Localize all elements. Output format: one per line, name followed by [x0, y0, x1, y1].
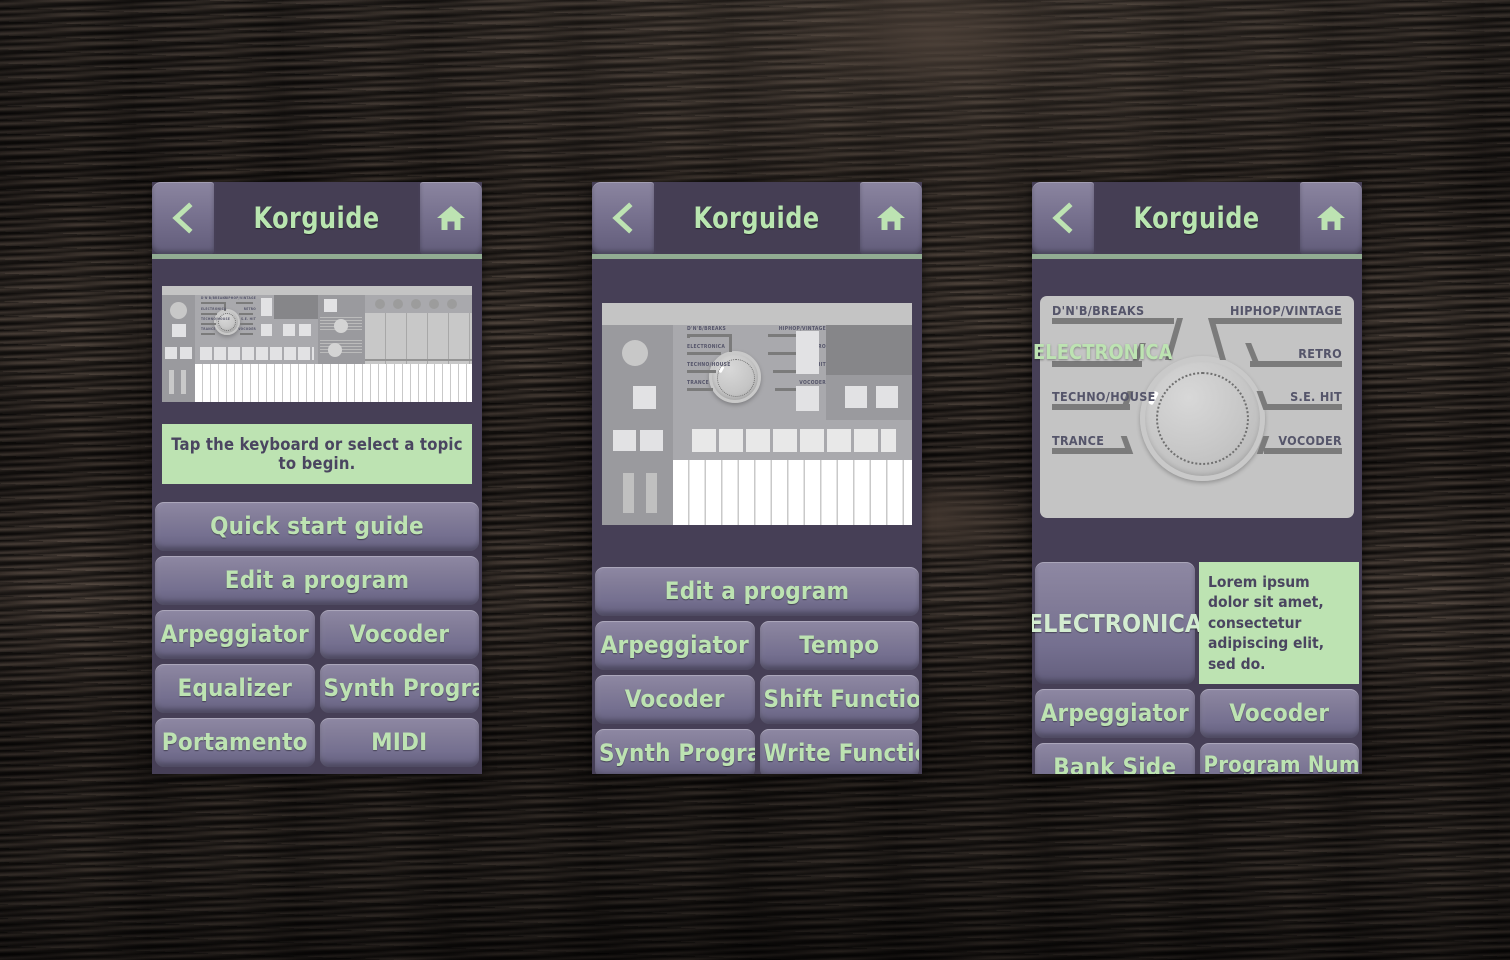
topic-button-electronica[interactable]: ELECTRONICA [1032, 562, 1202, 685]
menu-item-arpeggiator[interactable]: Arpeggiator [1035, 689, 1195, 739]
menu-row: Edit a program [152, 556, 482, 610]
knob-label-retro: RETRO [1298, 346, 1342, 361]
title-bar: Korguide [592, 182, 922, 254]
page-title: Korguide [1133, 201, 1261, 235]
chevron-left-icon [172, 202, 193, 234]
back-button[interactable] [592, 182, 654, 254]
menu-item-vocoder[interactable]: Vocoder [319, 610, 479, 659]
menu-row: Quick start guide [152, 502, 482, 556]
device-illustration-full[interactable]: D'N'B/BREAKS ELECTRONICA TECHNO/HOUSE TR… [162, 286, 472, 402]
page-title: Korguide [253, 201, 381, 235]
status-message: Tap the keyboard or select a topic to be… [162, 424, 472, 484]
home-icon [877, 206, 905, 230]
menu-item-arpeggiator[interactable]: Arpeggiator [155, 610, 315, 659]
topic-menu: Quick start guide Edit a program Arpeggi… [152, 502, 482, 772]
menu-item-program-number[interactable]: Program Number [1199, 743, 1359, 774]
knob-label-dnb-breaks: D'N'B/BREAKS [1052, 303, 1145, 318]
home-button[interactable] [1300, 182, 1362, 254]
knob-label-techno-house: TECHNO/HOUSE [1052, 389, 1156, 404]
home-icon [437, 206, 465, 230]
page-title: Korguide [693, 201, 821, 235]
menu-row: Vocoder Shift Function [592, 675, 922, 729]
knob-label-trance: TRANCE [1052, 433, 1105, 448]
app-title-container: Korguide [1096, 182, 1298, 254]
menu-item-tempo[interactable]: Tempo [759, 621, 919, 670]
title-underline [1032, 254, 1362, 259]
menu-item-equalizer[interactable]: Equalizer [155, 664, 315, 713]
menu-item-bank-side[interactable]: Bank Side [1035, 743, 1195, 774]
topic-detail-row: ELECTRONICA Lorem ipsum dolor sit amet, … [1032, 562, 1362, 689]
menu-item-portamento[interactable]: Portamento [155, 718, 315, 767]
home-button[interactable] [860, 182, 922, 254]
menu-item-quick-start-guide[interactable]: Quick start guide [155, 502, 479, 551]
menu-row: Equalizer Synth Program [152, 664, 482, 718]
title-underline [592, 254, 922, 259]
menu-row: Portamento MIDI [152, 718, 482, 772]
topic-menu: Edit a program Arpeggiator Tempo Vocoder… [592, 567, 922, 774]
menu-item-shift-function[interactable]: Shift Function [759, 675, 919, 724]
menu-item-edit-a-program[interactable]: Edit a program [155, 556, 479, 605]
menu-item-synth-program[interactable]: Synth Program [319, 664, 479, 713]
menu-item-vocoder[interactable]: Vocoder [595, 675, 755, 724]
app-screen-edit-program: Korguide D'N'B/BREAKS ELECTRONICA TECHNO… [592, 182, 922, 774]
title-bar: Korguide [152, 182, 482, 254]
menu-item-midi[interactable]: MIDI [319, 718, 479, 767]
chevron-left-icon [1052, 202, 1073, 234]
menu-row: Bank Side Program Number [1032, 743, 1362, 774]
home-button[interactable] [420, 182, 482, 254]
title-bar: Korguide [1032, 182, 1362, 254]
panel-body: D'N'B/BREAKS ELECTRONICA TECHNO/HOUSE TR… [592, 303, 922, 774]
app-title-container: Korguide [216, 182, 418, 254]
menu-row: Arpeggiator Vocoder [152, 610, 482, 664]
menu-row: Edit a program [592, 567, 922, 621]
knob-label-se-hit: S.E. HIT [1290, 389, 1342, 404]
title-underline [152, 254, 482, 259]
home-icon [1317, 206, 1345, 230]
genre-knob-diagram[interactable]: D'N'B/BREAKS ELECTRONICA TECHNO/HOUSE TR… [1033, 296, 1354, 518]
topic-menu: ELECTRONICA Lorem ipsum dolor sit amet, … [1032, 562, 1362, 774]
app-screen-home: Korguide D'N'B/BREAKS ELECTRONICA TECHNO… [152, 182, 482, 774]
topic-description: Lorem ipsum dolor sit amet, consectetur … [1199, 562, 1359, 685]
menu-item-arpeggiator[interactable]: Arpeggiator [595, 621, 755, 670]
knob-label-hiphop-vintage: HIPHOP/VINTAGE [1230, 303, 1342, 318]
app-title-container: Korguide [656, 182, 858, 254]
menu-item-write-function[interactable]: Write Function [759, 729, 919, 774]
menu-row: Arpeggiator Tempo [592, 621, 922, 675]
chevron-left-icon [612, 202, 633, 234]
device-illustration-zoomed[interactable]: D'N'B/BREAKS ELECTRONICA TECHNO/HOUSE TR… [602, 303, 912, 525]
menu-row: Arpeggiator Vocoder [1032, 689, 1362, 743]
back-button[interactable] [152, 182, 214, 254]
menu-item-vocoder[interactable]: Vocoder [1199, 689, 1359, 739]
app-screen-genre-knob: Korguide D'N'B/BREAKS ELECTRONICA TECHNO… [1032, 182, 1362, 774]
menu-row: Synth Program Write Function [592, 729, 922, 774]
knob-label-electronica-selected: ELECTRONICA [1033, 340, 1173, 364]
menu-item-synth-program[interactable]: Synth Program [595, 729, 755, 774]
knob-label-vocoder: VOCODER [1278, 433, 1342, 448]
panel-body: D'N'B/BREAKS ELECTRONICA TECHNO/HOUSE TR… [152, 286, 482, 772]
panel-body: D'N'B/BREAKS ELECTRONICA TECHNO/HOUSE TR… [1032, 296, 1362, 774]
menu-item-edit-a-program[interactable]: Edit a program [595, 567, 919, 616]
back-button[interactable] [1032, 182, 1094, 254]
